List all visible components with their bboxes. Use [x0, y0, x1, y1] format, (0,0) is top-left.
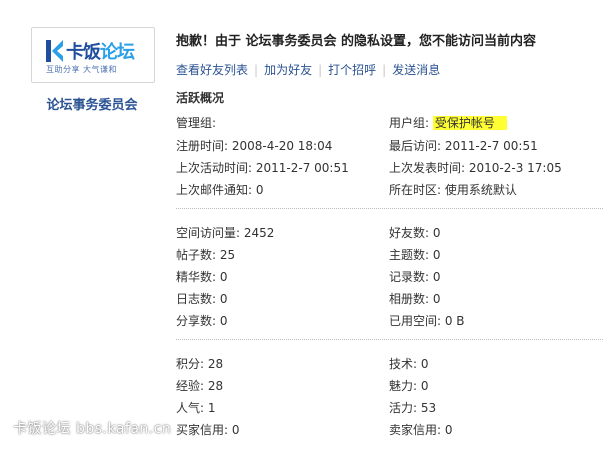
post-count: 帖子数: 25 [176, 248, 236, 262]
user-group-label: 用户组: [389, 116, 430, 130]
last-mail-notice: 上次邮件通知: 0 [176, 183, 264, 197]
blog-count: 日志数: 0 [176, 292, 228, 306]
separator: | [382, 63, 387, 77]
space-visits: 空间访问量: 2452 [176, 226, 275, 240]
view-friends-link[interactable]: 查看好友列表 [176, 63, 248, 77]
logo-slogan: 互助分享 大气谦和 [46, 65, 118, 74]
say-hello-link[interactable]: 打个招呼 [328, 63, 376, 77]
timezone: 所在时区: 使用系统默认 [389, 183, 517, 197]
admin-group: 管理组: [176, 116, 217, 130]
thread-count: 主题数: 0 [389, 248, 441, 262]
divider [176, 208, 603, 209]
credit-points: 积分: 28 [176, 357, 224, 371]
logo-text: 卡饭论坛 [66, 42, 135, 63]
privacy-notice: 抱歉！由于 论坛事务委员会 的隐私设置，您不能访问当前内容 [176, 34, 537, 49]
site-watermark: 卡饭论坛 bbs.kafan.cn [13, 421, 172, 437]
divider [176, 339, 603, 340]
kafan-logo-icon [46, 40, 63, 62]
add-friend-link[interactable]: 加为好友 [264, 63, 312, 77]
separator: | [318, 63, 323, 77]
seller-credit: 卖家信用: 0 [389, 423, 453, 437]
last-active-time: 上次活动时间: 2011-2-7 00:51 [176, 161, 349, 175]
activity-title: 活跃概况 [176, 91, 225, 105]
friend-count: 好友数: 0 [389, 226, 441, 240]
last-visit: 最后访问: 2011-2-7 00:51 [389, 139, 538, 153]
user-group-value: 受保护帐号 [432, 116, 507, 130]
profile-actions: 查看好友列表 | 加为好友 | 打个招呼 | 发送消息 [176, 61, 440, 78]
credit-vitality: 活力: 53 [389, 401, 437, 415]
credit-popularity: 人气: 1 [176, 401, 216, 415]
separator: | [254, 63, 259, 77]
record-count: 记录数: 0 [389, 270, 441, 284]
send-message-link[interactable]: 发送消息 [392, 63, 440, 77]
album-count: 相册数: 0 [389, 292, 441, 306]
share-count: 分享数: 0 [176, 314, 228, 328]
credit-tech: 技术: 0 [389, 357, 429, 371]
register-time: 注册时间: 2008-4-20 18:04 [176, 139, 333, 153]
credit-charm: 魅力: 0 [389, 379, 429, 393]
last-post-time: 上次发表时间: 2010-2-3 17:05 [389, 161, 562, 175]
user-group: 用户组: 受保护帐号 [389, 114, 507, 131]
avatar[interactable]: 卡饭论坛 互助分享 大气谦和 [31, 27, 155, 83]
profile-sidebar: 卡饭论坛 互助分享 大气谦和 论坛事务委员会 [0, 0, 168, 450]
space-used: 已用空间: 0 B [389, 314, 465, 328]
buyer-credit: 买家信用: 0 [176, 423, 240, 437]
digest-count: 精华数: 0 [176, 270, 228, 284]
profile-username[interactable]: 论坛事务委员会 [0, 94, 184, 113]
credit-experience: 经验: 28 [176, 379, 224, 393]
